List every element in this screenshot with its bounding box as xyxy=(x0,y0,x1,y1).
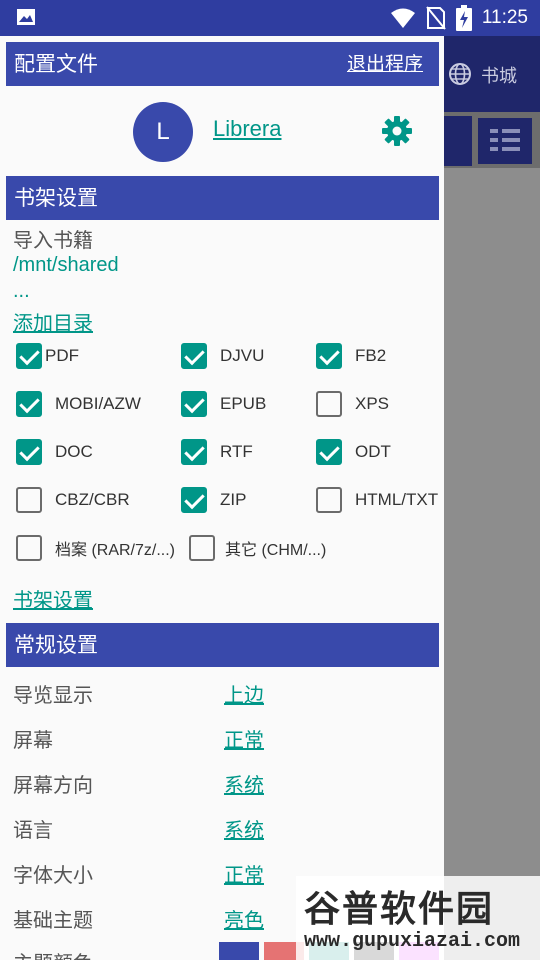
checkbox[interactable] xyxy=(316,439,342,465)
globe-icon xyxy=(449,63,471,85)
checkbox[interactable] xyxy=(316,391,342,417)
format-label: 档案 (RAR/7z/...) xyxy=(55,542,176,559)
format-checkbox-cbz[interactable]: CBZ/CBR xyxy=(16,487,130,513)
checkbox[interactable] xyxy=(181,439,207,465)
format-label: HTML/TXT xyxy=(355,490,439,509)
language-value[interactable]: 系统 xyxy=(224,814,264,843)
list-view-icon xyxy=(490,129,520,151)
list-view-button[interactable] xyxy=(476,116,534,166)
format-label: CBZ/CBR xyxy=(55,490,130,509)
exit-app-link[interactable]: 退出程序 xyxy=(347,42,423,86)
settings-drawer: 配置文件 退出程序 L Librera 书架设置 导入书籍 /mnt/share… xyxy=(0,36,444,960)
format-checkbox-doc[interactable]: DOC xyxy=(16,439,93,465)
format-label: DJVU xyxy=(220,346,265,365)
screen-label: 屏幕 xyxy=(13,728,53,752)
library-section-title: 书架设置 xyxy=(14,186,98,210)
checkbox[interactable] xyxy=(16,391,42,417)
orientation-value[interactable]: 系统 xyxy=(224,769,264,798)
no-sim-icon xyxy=(426,6,446,30)
format-label: 其它 (CHM/...) xyxy=(225,542,327,559)
format-label: PDF xyxy=(45,346,79,365)
import-path-more: ... xyxy=(13,280,30,302)
wifi-icon xyxy=(390,8,415,28)
profile-name-link[interactable]: Librera xyxy=(213,116,281,142)
checkbox[interactable] xyxy=(181,487,207,513)
watermark: 谷普软件园 www.gupuxiazai.com xyxy=(296,876,540,960)
format-checkbox-xps[interactable]: XPS xyxy=(316,391,389,417)
image-icon xyxy=(17,9,35,25)
screen-value[interactable]: 正常 xyxy=(224,724,264,753)
format-checkbox-mobi[interactable]: MOBI/AZW xyxy=(16,391,141,417)
general-section-title: 常规设置 xyxy=(14,633,98,657)
nav-display-value[interactable]: 上边 xyxy=(224,679,264,708)
format-label: MOBI/AZW xyxy=(55,394,141,413)
format-checkbox-djvu[interactable]: DJVU xyxy=(181,343,264,369)
base-theme-label: 基础主题 xyxy=(13,908,93,932)
import-path[interactable]: /mnt/shared xyxy=(13,254,119,277)
profile-header-title: 配置文件 xyxy=(14,52,98,76)
format-checkbox-other[interactable]: 其它 (CHM/...) xyxy=(189,535,326,561)
format-checkbox-odt[interactable]: ODT xyxy=(316,439,391,465)
format-label: EPUB xyxy=(220,394,267,413)
bookstore-tab[interactable]: 书城 xyxy=(481,62,517,88)
checkbox[interactable] xyxy=(16,439,42,465)
general-settings-header: 常规设置 xyxy=(6,623,439,667)
format-checkbox-epub[interactable]: EPUB xyxy=(181,391,266,417)
theme-color-label: 主题颜色 xyxy=(13,947,93,960)
format-label: ODT xyxy=(355,442,391,461)
theme-color-swatch[interactable] xyxy=(219,942,259,960)
watermark-url: www.gupuxiazai.com xyxy=(304,930,521,953)
checkbox[interactable] xyxy=(181,343,207,369)
checkbox[interactable] xyxy=(16,487,42,513)
orientation-label: 屏幕方向 xyxy=(13,773,93,797)
add-folder-link[interactable]: 添加目录 xyxy=(13,307,93,336)
format-checkbox-pdf[interactable]: PDF xyxy=(16,343,79,369)
profile-header: 配置文件 退出程序 xyxy=(6,42,439,86)
checkbox[interactable] xyxy=(316,487,342,513)
format-label: RTF xyxy=(220,442,253,461)
bg-toolbar-button[interactable] xyxy=(444,116,472,166)
base-theme-value[interactable]: 亮色 xyxy=(224,904,264,933)
import-books-label: 导入书籍 xyxy=(13,228,93,252)
checkbox[interactable] xyxy=(181,391,207,417)
watermark-title: 谷普软件园 xyxy=(304,889,495,930)
status-bar: 11:25 xyxy=(0,0,540,36)
format-label: ZIP xyxy=(220,490,247,509)
avatar[interactable]: L xyxy=(133,102,193,162)
battery-charging-icon xyxy=(455,5,472,31)
format-label: XPS xyxy=(355,394,390,413)
format-checkbox-rtf[interactable]: RTF xyxy=(181,439,253,465)
clock: 11:25 xyxy=(481,7,528,28)
library-settings-link[interactable]: 书架设置 xyxy=(13,584,93,613)
font-size-label: 字体大小 xyxy=(13,863,93,887)
checkbox[interactable] xyxy=(16,535,42,561)
checkbox[interactable] xyxy=(189,535,215,561)
format-checkbox-fb2[interactable]: FB2 xyxy=(316,343,386,369)
library-settings-header: 书架设置 xyxy=(6,176,439,220)
checkbox[interactable] xyxy=(316,343,342,369)
format-checkbox-html[interactable]: HTML/TXT xyxy=(316,487,438,513)
gear-icon[interactable] xyxy=(381,115,413,147)
language-label: 语言 xyxy=(13,818,53,842)
format-label: DOC xyxy=(55,442,93,461)
nav-display-label: 导览显示 xyxy=(13,683,93,707)
format-checkbox-archive[interactable]: 档案 (RAR/7z/...) xyxy=(16,535,175,561)
font-size-value[interactable]: 正常 xyxy=(224,859,264,888)
checkbox[interactable] xyxy=(16,343,42,369)
format-label: FB2 xyxy=(355,346,387,365)
format-checkbox-zip[interactable]: ZIP xyxy=(181,487,246,513)
